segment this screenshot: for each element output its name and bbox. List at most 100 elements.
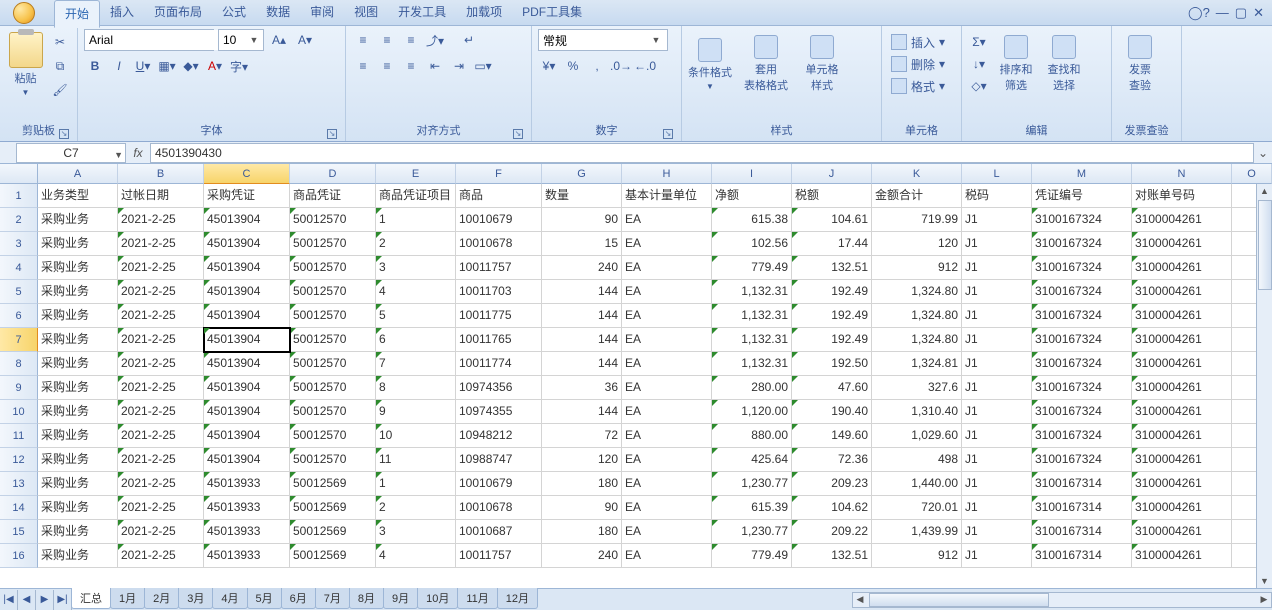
data-cell[interactable]: J1 bbox=[962, 352, 1032, 376]
find-select-button[interactable]: 查找和 选择 bbox=[1042, 29, 1086, 99]
scroll-up-icon[interactable]: ▲ bbox=[1260, 184, 1269, 198]
data-cell[interactable]: 采购业务 bbox=[38, 424, 118, 448]
data-cell[interactable]: 3 bbox=[376, 520, 456, 544]
increase-decimal-button[interactable]: .0→ bbox=[610, 55, 632, 77]
data-cell[interactable]: 720.01 bbox=[872, 496, 962, 520]
data-cell[interactable]: 192.49 bbox=[792, 280, 872, 304]
sheet-tab[interactable]: 5月 bbox=[247, 588, 282, 609]
data-cell[interactable]: 498 bbox=[872, 448, 962, 472]
data-cell[interactable]: 912 bbox=[872, 256, 962, 280]
data-cell[interactable]: 4 bbox=[376, 544, 456, 568]
format-as-table-button[interactable]: 套用 表格格式 bbox=[736, 29, 796, 99]
row-header[interactable]: 10 bbox=[0, 400, 38, 424]
scroll-down-icon[interactable]: ▼ bbox=[1260, 574, 1269, 588]
prev-sheet-button[interactable]: ◀ bbox=[18, 590, 36, 610]
row-header[interactable]: 4 bbox=[0, 256, 38, 280]
data-cell[interactable]: 45013904 bbox=[204, 400, 290, 424]
data-cell[interactable]: 3100167324 bbox=[1032, 376, 1132, 400]
data-cell[interactable]: 10010678 bbox=[456, 496, 542, 520]
data-cell[interactable]: 50012569 bbox=[290, 496, 376, 520]
data-cell[interactable]: 50012570 bbox=[290, 352, 376, 376]
last-sheet-button[interactable]: ▶| bbox=[54, 590, 72, 610]
data-cell[interactable]: 1,324.80 bbox=[872, 280, 962, 304]
sort-filter-button[interactable]: 排序和 筛选 bbox=[994, 29, 1038, 99]
data-cell[interactable]: 3100167324 bbox=[1032, 352, 1132, 376]
data-cell[interactable]: EA bbox=[622, 520, 712, 544]
data-cell[interactable]: 1,029.60 bbox=[872, 424, 962, 448]
data-cell[interactable]: 120 bbox=[872, 232, 962, 256]
data-cell[interactable]: 50012570 bbox=[290, 208, 376, 232]
data-cell[interactable]: 3100167324 bbox=[1032, 304, 1132, 328]
data-cell[interactable]: 45013904 bbox=[204, 328, 290, 352]
data-cell[interactable]: EA bbox=[622, 496, 712, 520]
data-cell[interactable]: 36 bbox=[542, 376, 622, 400]
data-cell[interactable]: 50012570 bbox=[290, 304, 376, 328]
decrease-indent-button[interactable]: ⇤ bbox=[424, 55, 446, 77]
data-cell[interactable]: EA bbox=[622, 328, 712, 352]
data-cell[interactable]: 采购业务 bbox=[38, 376, 118, 400]
percent-button[interactable]: % bbox=[562, 55, 584, 77]
data-cell[interactable]: 10011757 bbox=[456, 256, 542, 280]
data-cell[interactable]: J1 bbox=[962, 208, 1032, 232]
data-cell[interactable]: 144 bbox=[542, 328, 622, 352]
name-box[interactable]: C7▼ bbox=[16, 143, 126, 163]
data-cell[interactable]: 3100004261 bbox=[1132, 448, 1232, 472]
data-cell[interactable]: 280.00 bbox=[712, 376, 792, 400]
data-cell[interactable]: 50012569 bbox=[290, 544, 376, 568]
data-cell[interactable]: 采购业务 bbox=[38, 448, 118, 472]
data-cell[interactable]: 2 bbox=[376, 232, 456, 256]
sheet-tab[interactable]: 汇总 bbox=[71, 588, 111, 609]
data-cell[interactable]: 2021-2-25 bbox=[118, 256, 204, 280]
column-header[interactable]: C bbox=[204, 164, 290, 184]
ribbon-tab[interactable]: 数据 bbox=[256, 0, 300, 27]
row-header[interactable]: 6 bbox=[0, 304, 38, 328]
data-cell[interactable]: 192.49 bbox=[792, 328, 872, 352]
data-cell[interactable]: 采购业务 bbox=[38, 280, 118, 304]
align-center-button[interactable]: ≡ bbox=[376, 55, 398, 77]
sheet-tab[interactable]: 11月 bbox=[457, 588, 497, 609]
ribbon-tab[interactable]: 页面布局 bbox=[144, 0, 212, 27]
data-cell[interactable]: 3 bbox=[376, 256, 456, 280]
data-cell[interactable]: J1 bbox=[962, 544, 1032, 568]
comma-button[interactable]: , bbox=[586, 55, 608, 77]
data-cell[interactable]: 3100167324 bbox=[1032, 328, 1132, 352]
select-all-corner[interactable] bbox=[0, 164, 38, 184]
data-cell[interactable]: 10011765 bbox=[456, 328, 542, 352]
data-cell[interactable]: 1,132.31 bbox=[712, 304, 792, 328]
data-cell[interactable]: EA bbox=[622, 376, 712, 400]
format-painter-button[interactable]: 🖌 bbox=[49, 79, 71, 101]
column-header[interactable]: B bbox=[118, 164, 204, 184]
data-cell[interactable]: 3100004261 bbox=[1132, 544, 1232, 568]
data-cell[interactable]: 90 bbox=[542, 496, 622, 520]
data-cell[interactable]: 425.64 bbox=[712, 448, 792, 472]
data-cell[interactable]: 3100004261 bbox=[1132, 208, 1232, 232]
data-cell[interactable]: 240 bbox=[542, 256, 622, 280]
data-cell[interactable]: 45013904 bbox=[204, 280, 290, 304]
column-header[interactable]: H bbox=[622, 164, 712, 184]
row-header[interactable]: 13 bbox=[0, 472, 38, 496]
data-cell[interactable]: 45013904 bbox=[204, 256, 290, 280]
data-cell[interactable]: EA bbox=[622, 424, 712, 448]
ribbon-tab[interactable]: PDF工具集 bbox=[512, 0, 592, 27]
data-cell[interactable]: 1,324.81 bbox=[872, 352, 962, 376]
data-cell[interactable]: 240 bbox=[542, 544, 622, 568]
column-header[interactable]: I bbox=[712, 164, 792, 184]
data-cell[interactable]: EA bbox=[622, 544, 712, 568]
data-cell[interactable]: 10988747 bbox=[456, 448, 542, 472]
bold-button[interactable]: B bbox=[84, 55, 106, 77]
data-cell[interactable]: 3100004261 bbox=[1132, 232, 1232, 256]
first-sheet-button[interactable]: |◀ bbox=[0, 590, 18, 610]
header-cell[interactable]: 商品凭证 bbox=[290, 184, 376, 208]
sheet-tab[interactable]: 1月 bbox=[110, 588, 145, 609]
close-icon[interactable]: ✕ bbox=[1253, 5, 1264, 21]
data-cell[interactable]: 采购业务 bbox=[38, 352, 118, 376]
data-cell[interactable]: 2021-2-25 bbox=[118, 208, 204, 232]
header-cell[interactable]: 数量 bbox=[542, 184, 622, 208]
data-cell[interactable]: 3100004261 bbox=[1132, 304, 1232, 328]
data-cell[interactable]: 779.49 bbox=[712, 256, 792, 280]
fx-button[interactable]: fx bbox=[126, 146, 150, 160]
data-cell[interactable]: 2021-2-25 bbox=[118, 376, 204, 400]
data-cell[interactable]: 104.61 bbox=[792, 208, 872, 232]
italic-button[interactable]: I bbox=[108, 55, 130, 77]
data-cell[interactable]: 10 bbox=[376, 424, 456, 448]
